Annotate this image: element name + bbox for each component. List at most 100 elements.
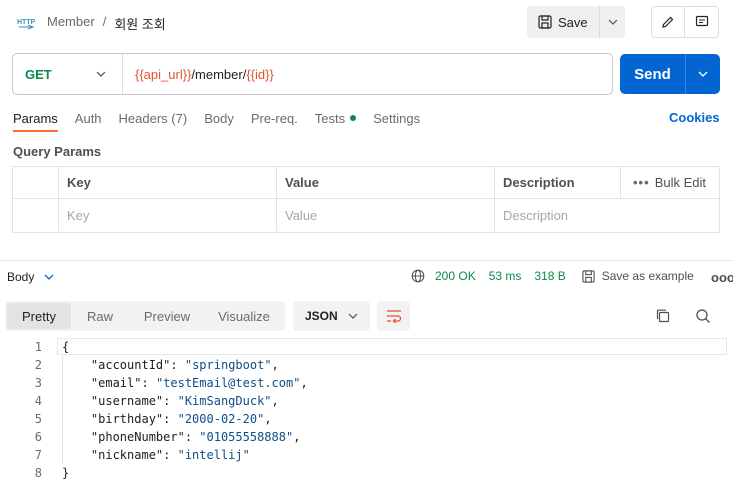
column-header-description: Description bbox=[495, 167, 621, 198]
edit-button[interactable] bbox=[652, 7, 686, 37]
response-body-code[interactable]: 1 { 2 "accountId": "springboot", 3 "emai… bbox=[0, 338, 733, 482]
chevron-down-icon bbox=[348, 313, 358, 319]
code-text: "nickname": "intellij" bbox=[90, 448, 250, 462]
response-meta: 200 OK 53 ms 318 B Save as example bbox=[411, 269, 694, 283]
code-text: "username": "KimSangDuck", bbox=[90, 394, 279, 408]
tab-body[interactable]: Body bbox=[204, 108, 234, 128]
code-line: 8 } bbox=[0, 464, 733, 482]
param-description-input[interactable]: Description bbox=[495, 199, 719, 231]
json-value: "01055558888" bbox=[199, 430, 294, 444]
url-variable-id: {{id}} bbox=[246, 66, 274, 82]
chevron-down-icon bbox=[96, 71, 106, 77]
code-line: 3 "email": "testEmail@test.com", bbox=[0, 374, 733, 392]
row-checkbox-cell bbox=[13, 199, 59, 231]
search-icon[interactable] bbox=[695, 308, 711, 324]
breadcrumb-collection[interactable]: Member bbox=[47, 14, 95, 33]
tests-indicator-dot bbox=[350, 115, 357, 121]
copy-icon[interactable] bbox=[655, 308, 671, 324]
json-key: "accountId" bbox=[90, 358, 171, 372]
method-select[interactable]: GET bbox=[13, 54, 123, 94]
breadcrumb-separator: / bbox=[102, 14, 107, 29]
format-label: JSON bbox=[305, 309, 338, 323]
save-button-group: Save bbox=[527, 6, 625, 38]
code-line: 4 "username": "KimSangDuck", bbox=[0, 392, 733, 410]
json-value: "intellij" bbox=[177, 448, 250, 462]
code-line: 1 { bbox=[0, 338, 733, 356]
query-params-table: Key Value Description ••• Bulk Edit Key … bbox=[12, 166, 720, 233]
json-key: "email" bbox=[90, 376, 142, 390]
send-options-dropdown[interactable] bbox=[686, 54, 720, 94]
response-body-selector[interactable]: Body bbox=[7, 270, 54, 284]
url-bar: GET {{api_url}}/member/{{id}} bbox=[12, 53, 613, 95]
table-header-row: Key Value Description ••• Bulk Edit bbox=[13, 167, 719, 199]
http-request-icon: HTTP bbox=[17, 19, 36, 30]
more-options-icon[interactable]: ooo bbox=[711, 270, 733, 285]
response-view-tabs: Pretty Raw Preview Visualize bbox=[5, 301, 285, 331]
column-header-key: Key bbox=[59, 167, 277, 198]
comments-button[interactable] bbox=[685, 7, 718, 37]
bulk-edit-button[interactable]: Bulk Edit bbox=[655, 175, 706, 190]
send-button[interactable]: Send bbox=[620, 54, 686, 94]
checkbox-column-header bbox=[13, 167, 59, 198]
line-number: 8 bbox=[34, 466, 42, 480]
view-preview[interactable]: Preview bbox=[129, 303, 205, 329]
column-header-value: Value bbox=[277, 167, 495, 198]
request-header: HTTP Member / 회원 조회 Save bbox=[0, 0, 733, 44]
tab-tests[interactable]: Tests bbox=[314, 108, 357, 128]
method-label: GET bbox=[25, 66, 52, 82]
json-key: "phoneNumber" bbox=[90, 430, 185, 444]
json-key: "nickname" bbox=[90, 448, 164, 462]
line-number: 3 bbox=[34, 376, 42, 390]
param-key-input[interactable]: Key bbox=[59, 199, 277, 231]
code-text: { bbox=[62, 340, 70, 354]
table-tools: ••• Bulk Edit bbox=[621, 167, 719, 198]
code-line: 2 "accountId": "springboot", bbox=[0, 356, 733, 374]
response-body-label: Body bbox=[7, 270, 35, 284]
json-key: "username" bbox=[90, 394, 164, 408]
save-as-example-button[interactable]: Save as example bbox=[582, 269, 694, 283]
tab-auth[interactable]: Auth bbox=[75, 108, 102, 128]
request-name[interactable]: 회원 조회 bbox=[114, 14, 165, 33]
more-options-icon[interactable]: ••• bbox=[633, 175, 650, 190]
line-number: 7 bbox=[34, 448, 42, 462]
tab-pre-request[interactable]: Pre-req. bbox=[251, 108, 298, 128]
code-text: "email": "testEmail@test.com", bbox=[90, 376, 308, 390]
save-label: Save bbox=[558, 14, 588, 30]
url-path: /member/ bbox=[191, 66, 247, 82]
response-time[interactable]: 53 ms bbox=[489, 269, 522, 283]
url-variable-api-url: {{api_url}} bbox=[135, 66, 192, 82]
param-value-input[interactable]: Value bbox=[277, 199, 495, 231]
json-value: "KimSangDuck" bbox=[177, 394, 272, 408]
view-raw[interactable]: Raw bbox=[71, 303, 129, 329]
line-number: 2 bbox=[34, 358, 42, 372]
chevron-down-icon bbox=[608, 19, 617, 25]
save-options-dropdown[interactable] bbox=[600, 6, 625, 38]
tab-settings[interactable]: Settings bbox=[373, 108, 420, 128]
save-button[interactable]: Save bbox=[527, 6, 600, 38]
header-tools bbox=[651, 6, 719, 38]
response-bar: Body 200 OK 53 ms 318 B Save as example … bbox=[0, 261, 733, 293]
code-text: } bbox=[62, 466, 70, 480]
globe-icon[interactable] bbox=[411, 269, 425, 283]
line-number: 1 bbox=[34, 340, 42, 354]
json-value: "testEmail@test.com" bbox=[155, 376, 301, 390]
format-select[interactable]: JSON bbox=[293, 301, 370, 331]
view-pretty[interactable]: Pretty bbox=[7, 303, 71, 329]
tab-headers[interactable]: Headers (7) bbox=[119, 108, 188, 128]
view-visualize[interactable]: Visualize bbox=[205, 303, 283, 329]
wrap-lines-button[interactable] bbox=[377, 301, 410, 331]
code-line: 7 "nickname": "intellij" bbox=[0, 446, 733, 464]
url-input[interactable]: {{api_url}}/member/{{id}} bbox=[123, 67, 274, 82]
line-number: 4 bbox=[34, 394, 42, 408]
tab-tests-label: Tests bbox=[314, 110, 346, 126]
response-size[interactable]: 318 B bbox=[534, 269, 565, 283]
line-number: 5 bbox=[34, 412, 42, 426]
line-number: 6 bbox=[34, 430, 42, 444]
status-code[interactable]: 200 OK bbox=[435, 269, 476, 283]
json-key: "birthday" bbox=[90, 412, 164, 426]
indent-guide bbox=[62, 356, 63, 464]
tab-params[interactable]: Params bbox=[13, 108, 58, 132]
pencil-icon bbox=[662, 16, 674, 28]
cookies-link[interactable]: Cookies bbox=[669, 110, 720, 125]
chevron-down-icon bbox=[698, 71, 708, 77]
